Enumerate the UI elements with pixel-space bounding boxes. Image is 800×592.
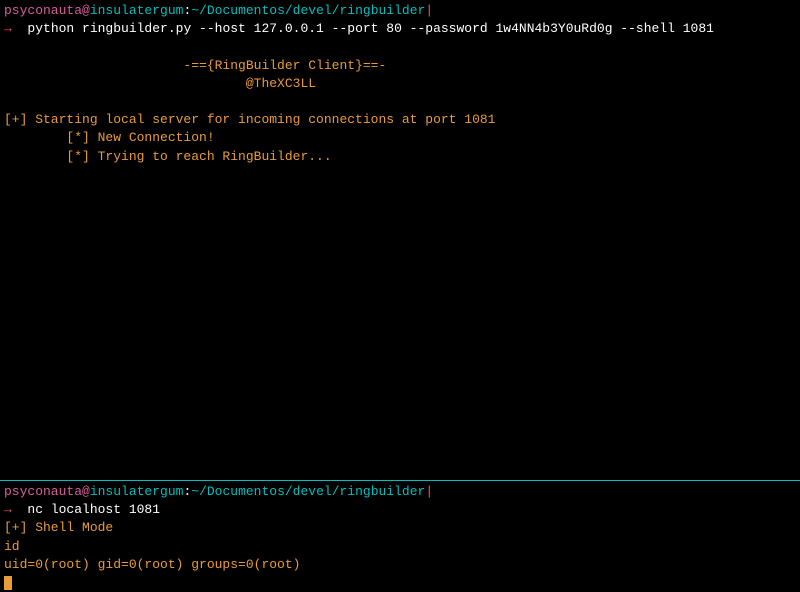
command-text: nc localhost 1081 [12,502,160,517]
prompt-arrow: → [4,21,12,36]
prompt-host: insulatergum [90,484,184,499]
terminal-pane-top[interactable]: psyconauta@insulatergum:~/Documentos/dev… [0,0,800,481]
prompt-line: psyconauta@insulatergum:~/Documentos/dev… [4,2,796,20]
prompt-path: ~/Documentos/devel/ringbuilder [191,3,425,18]
status-line: [+] Starting local server for incoming c… [4,111,796,129]
prompt-pipe: | [425,3,433,18]
command-text: python ringbuilder.py --host 127.0.0.1 -… [12,21,714,36]
prompt-at: @ [82,3,90,18]
shell-input: id [4,538,796,556]
blank-line [4,93,796,111]
prompt-user: psyconauta [4,3,82,18]
status-line: [+] Shell Mode [4,519,796,537]
prompt-pipe: | [425,484,433,499]
banner-line-2: @TheXC3LL [4,75,796,93]
cursor-line[interactable] [4,574,796,592]
prompt-host: insulatergum [90,3,184,18]
status-line: [*] Trying to reach RingBuilder... [4,148,796,166]
shell-output: uid=0(root) gid=0(root) groups=0(root) [4,556,796,574]
prompt-line: psyconauta@insulatergum:~/Documentos/dev… [4,483,796,501]
terminal-pane-bottom[interactable]: psyconauta@insulatergum:~/Documentos/dev… [0,481,800,589]
command-line: → nc localhost 1081 [4,501,796,519]
prompt-at: @ [82,484,90,499]
status-line: [*] New Connection! [4,129,796,147]
cursor-icon [4,576,12,590]
command-line: → python ringbuilder.py --host 127.0.0.1… [4,20,796,38]
prompt-path: ~/Documentos/devel/ringbuilder [191,484,425,499]
blank-line [4,38,796,56]
prompt-user: psyconauta [4,484,82,499]
banner-line-1: -=={RingBuilder Client}==- [4,57,796,75]
prompt-arrow: → [4,502,12,517]
